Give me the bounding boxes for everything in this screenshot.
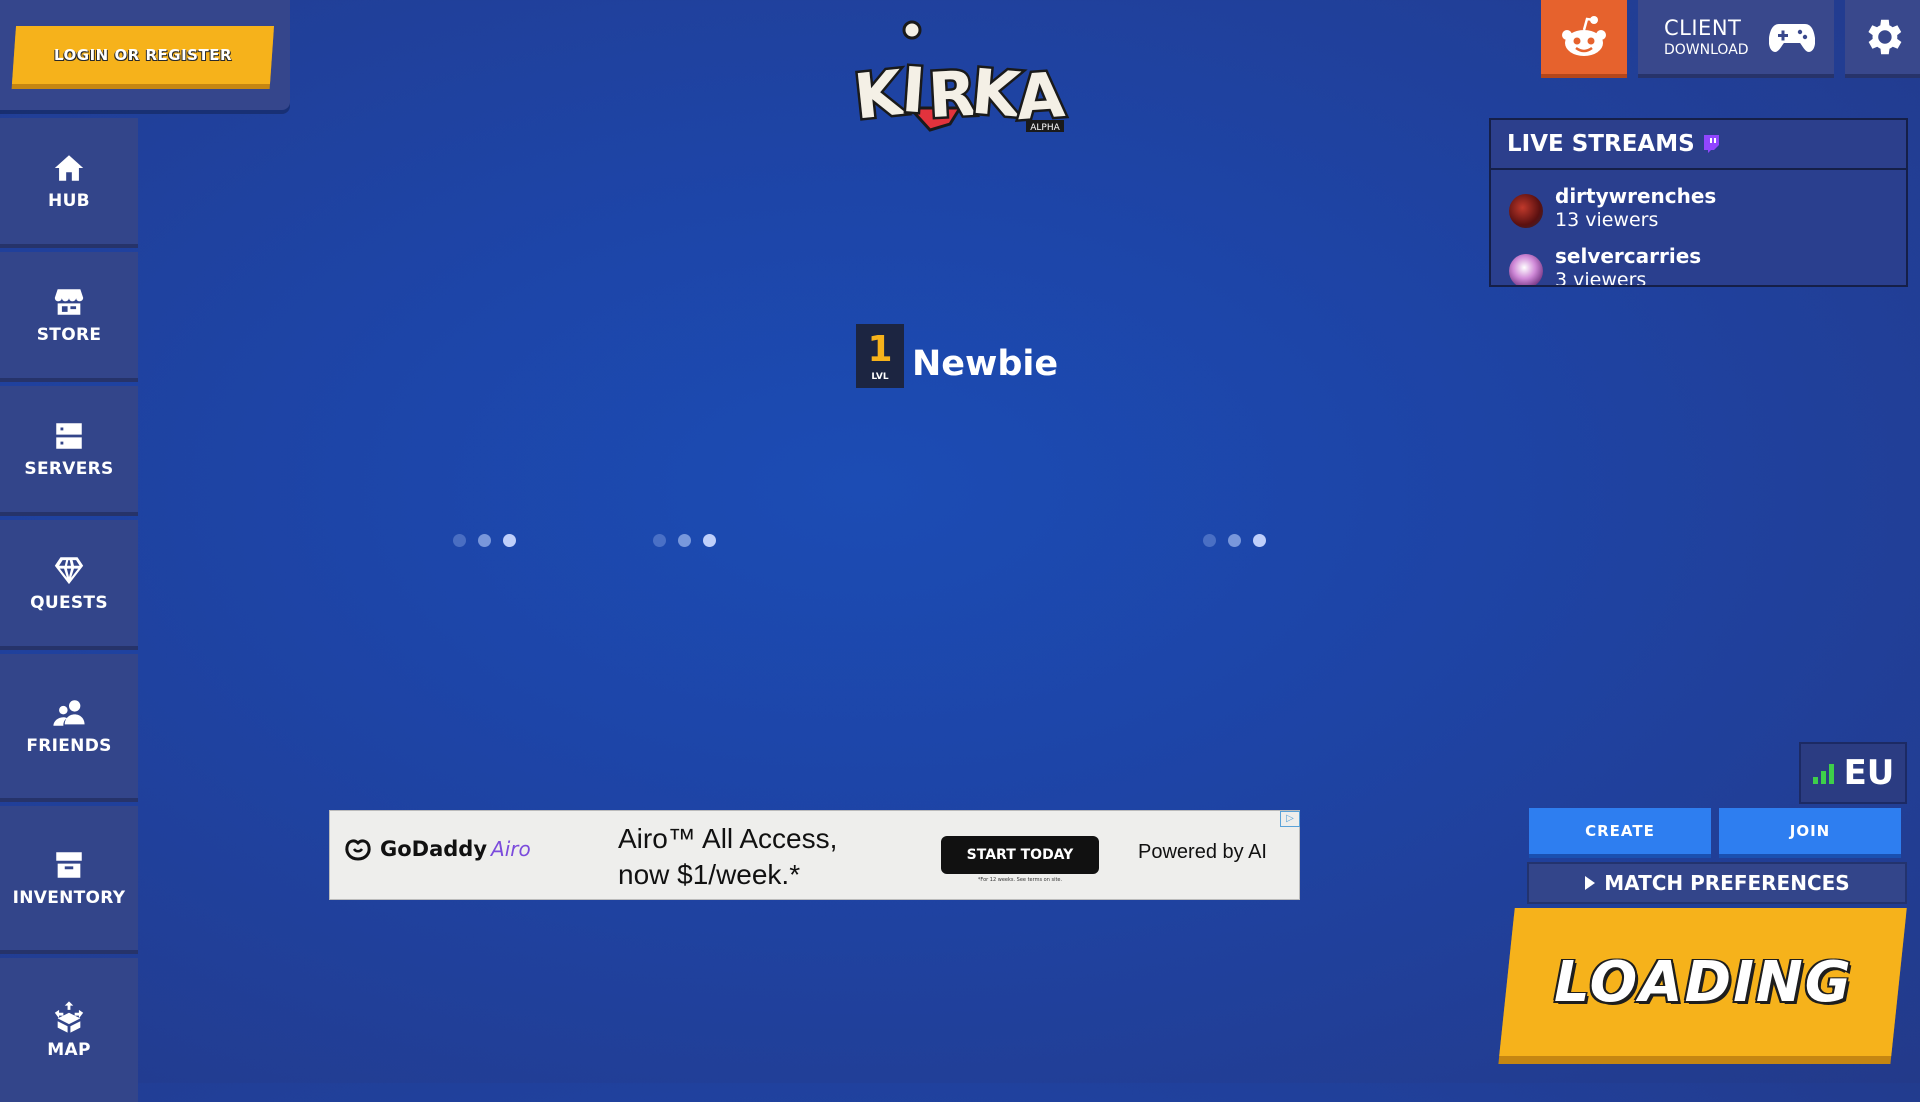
gamepad-icon xyxy=(1768,24,1815,52)
stream-item[interactable]: dirtywrenches 13 viewers xyxy=(1509,184,1716,232)
match-preferences-label: MATCH PREFERENCES xyxy=(1604,871,1850,895)
region-label: EU xyxy=(1843,753,1895,793)
loading-dots xyxy=(453,534,516,547)
map-icon xyxy=(54,1001,84,1033)
client-download-button[interactable]: CLIENT DOWNLOAD xyxy=(1638,0,1834,74)
home-icon xyxy=(54,155,84,181)
sidebar-item-map[interactable]: MAP xyxy=(0,958,138,1102)
adchoices-icon[interactable]: ▷ xyxy=(1280,811,1300,827)
sidebar-item-hub[interactable]: HUB xyxy=(0,118,138,244)
loading-dots xyxy=(1203,534,1266,547)
stream-name: selvercarries xyxy=(1555,244,1702,268)
ad-logo: GoDaddy Airo xyxy=(344,837,531,861)
ad-banner[interactable]: GoDaddy Airo Airo™ All Access, now $1/we… xyxy=(329,810,1300,900)
twitch-icon xyxy=(1703,135,1719,153)
ad-headline-line2: now $1/week.* xyxy=(618,859,801,890)
play-button[interactable]: LOADING xyxy=(1499,908,1907,1056)
loading-dots xyxy=(653,534,716,547)
reddit-button[interactable] xyxy=(1541,0,1627,74)
godaddy-logo-icon xyxy=(345,839,371,861)
login-panel: LOGIN OR REGISTER xyxy=(0,0,290,110)
game-logo: K I R K A ALPHA xyxy=(848,20,1080,138)
sidebar-item-label: SERVERS xyxy=(24,459,114,479)
avatar xyxy=(1509,254,1543,285)
logo-alpha-tag: ALPHA xyxy=(1030,123,1060,133)
sidebar-item-label: QUESTS xyxy=(30,593,108,613)
ad-headline: Airo™ All Access, now $1/week.* xyxy=(618,821,837,893)
gear-icon xyxy=(1867,19,1901,55)
settings-button[interactable] xyxy=(1845,0,1920,74)
diamond-icon xyxy=(54,557,84,585)
region-selector[interactable]: EU xyxy=(1799,742,1907,804)
friends-icon xyxy=(53,700,85,726)
login-register-button[interactable]: LOGIN OR REGISTER xyxy=(11,26,275,84)
ad-fine-print: *For 12 weeks. See terms on site. xyxy=(977,877,1063,883)
sidebar-item-quests[interactable]: QUESTS xyxy=(0,520,138,646)
sidebar-item-friends[interactable]: FRIENDS xyxy=(0,654,138,798)
match-preferences-button[interactable]: MATCH PREFERENCES xyxy=(1527,862,1907,904)
sidebar-item-inventory[interactable]: INVENTORY xyxy=(0,806,138,950)
player-level: 1 xyxy=(867,329,893,370)
caret-right-icon xyxy=(1585,876,1596,890)
player-name: Newbie xyxy=(912,344,1059,384)
live-streams-title: LIVE STREAMS xyxy=(1507,131,1695,157)
sidebar-item-servers[interactable]: SERVERS xyxy=(0,386,138,512)
sidebar-item-label: HUB xyxy=(48,191,90,211)
join-button[interactable]: JOIN xyxy=(1719,808,1901,854)
stream-name: dirtywrenches xyxy=(1555,184,1717,208)
store-icon xyxy=(54,289,84,315)
stream-viewers: 13 viewers xyxy=(1555,209,1659,231)
live-streams-panel: LIVE STREAMS dirtywrenches 13 viewers se… xyxy=(1489,118,1908,287)
sidebar-item-label: STORE xyxy=(36,325,102,345)
sidebar-item-label: MAP xyxy=(47,1040,91,1060)
ad-powered-text: Powered by AI xyxy=(1138,841,1267,863)
live-streams-header: LIVE STREAMS xyxy=(1491,120,1906,170)
sidebar-item-label: INVENTORY xyxy=(12,888,126,908)
client-title: CLIENT xyxy=(1664,16,1742,40)
ad-headline-line1: Airo™ All Access, xyxy=(618,823,838,854)
stream-viewers: 3 viewers xyxy=(1555,269,1647,287)
ad-brand-product: Airo xyxy=(491,837,531,861)
signal-icon xyxy=(1812,764,1834,784)
avatar xyxy=(1509,194,1543,228)
reddit-icon xyxy=(1562,16,1606,56)
player-level-badge: 1 LVL xyxy=(856,324,904,388)
sidebar-item-label: FRIENDS xyxy=(26,736,112,756)
ad-cta-button[interactable]: START TODAY xyxy=(941,836,1099,874)
stream-item[interactable]: selvercarries 3 viewers xyxy=(1509,244,1702,287)
create-button[interactable]: CREATE xyxy=(1529,808,1711,854)
ad-brand: GoDaddy xyxy=(380,837,488,861)
play-button-label: LOADING xyxy=(1553,949,1853,1015)
sidebar-nav: HUB STORE SERVERS QUESTS FRIENDS INVENTO… xyxy=(0,118,138,1102)
inventory-icon xyxy=(56,852,82,878)
player-level-label: LVL xyxy=(871,372,889,382)
client-subtitle: DOWNLOAD xyxy=(1664,42,1749,58)
login-register-label: LOGIN OR REGISTER xyxy=(54,46,232,64)
servers-icon xyxy=(56,423,82,449)
sidebar-item-store[interactable]: STORE xyxy=(0,252,138,378)
